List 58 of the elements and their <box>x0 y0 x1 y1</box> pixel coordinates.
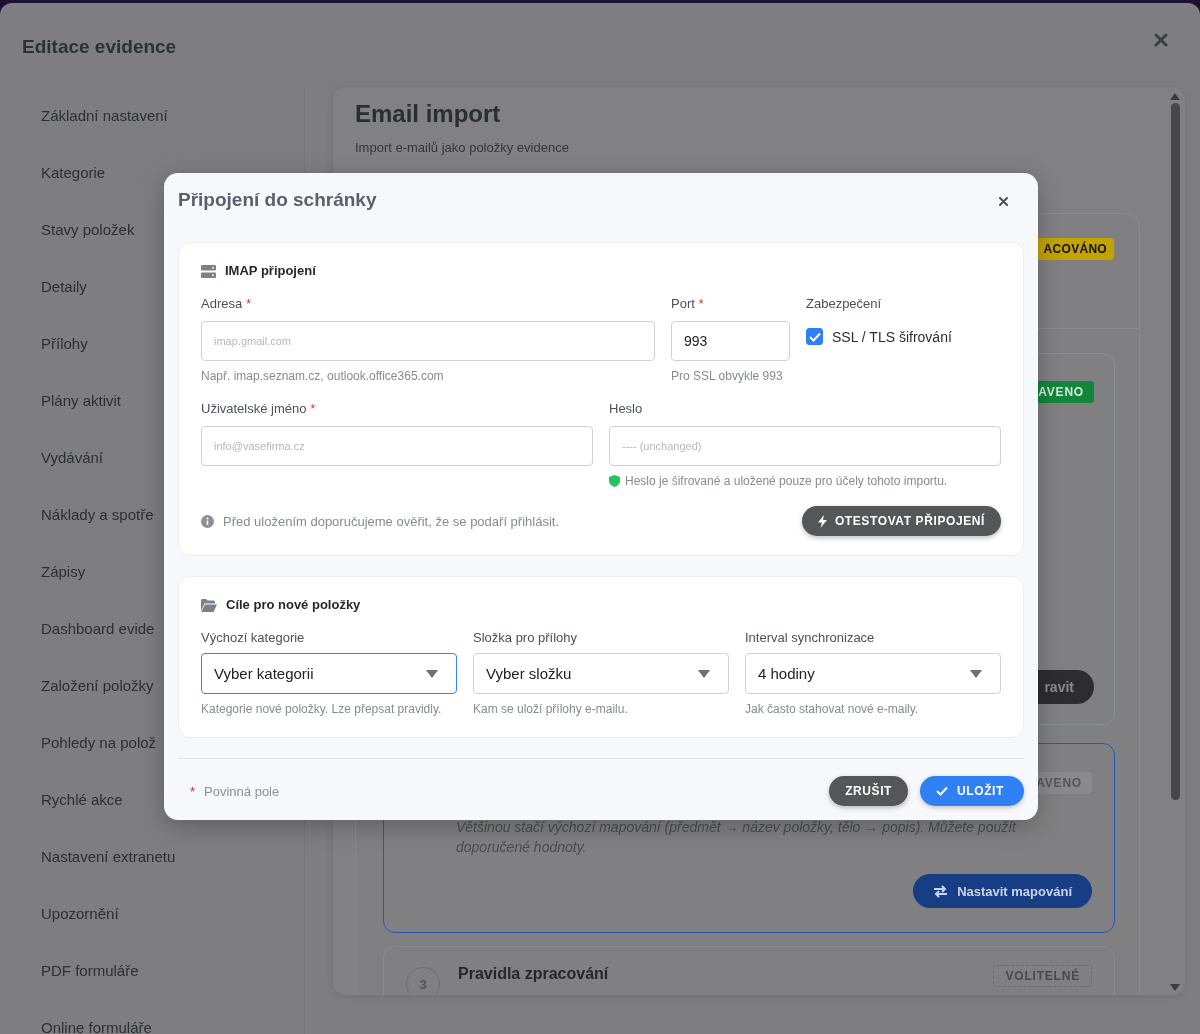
field-hint: Jak často stahovat nové e-maily. <box>745 702 920 716</box>
field-hint: Např. imap.seznam.cz, outlook.office365.com <box>201 369 445 383</box>
field-label: Zabezpečení <box>806 296 882 312</box>
shield-icon <box>609 475 620 487</box>
bolt-icon <box>817 514 827 528</box>
address-field[interactable]: imap.gmail.com <box>201 321 655 361</box>
scroll-up-icon[interactable] <box>1170 93 1180 100</box>
select-field[interactable]: Vyber složku <box>473 653 729 694</box>
page-subtitle: Import e-mailů jako položky evidence <box>355 140 570 155</box>
select-field[interactable]: Vyber kategorii <box>201 653 457 694</box>
password-field[interactable]: ---- (unchanged) <box>609 426 1001 466</box>
field-label: Uživatelské jméno <box>201 401 307 417</box>
step-title: Pravidla zpracování <box>458 965 610 983</box>
sidebar-item[interactable]: Upozornění <box>0 885 304 942</box>
card-title: IMAP připojení <box>225 263 316 279</box>
field-label: Port <box>671 296 695 312</box>
username-field[interactable]: info@vasefirma.cz <box>201 426 593 466</box>
folder-icon <box>201 598 217 612</box>
check-icon <box>936 786 949 796</box>
field-label: Výchozí kategorie <box>201 630 305 646</box>
caret-icon <box>698 669 710 678</box>
info-icon <box>201 514 214 528</box>
field-hint: Heslo je šifrované a uložené pouze pro účely tohoto importu. <box>625 474 948 488</box>
server-icon <box>201 264 216 278</box>
select-field[interactable]: 4 hodiny <box>745 653 1001 694</box>
info-note: Před uložením doporučujeme ověřit, že se podaří přihlásit. <box>223 513 559 529</box>
caret-icon <box>426 669 438 678</box>
required-mark: * <box>246 296 251 312</box>
swap-icon <box>933 884 949 898</box>
required-mark: * <box>698 296 704 312</box>
caret-icon <box>970 669 982 678</box>
field-label: Adresa <box>201 296 243 312</box>
close-button[interactable] <box>999 197 1008 206</box>
checkbox[interactable] <box>806 328 823 345</box>
field-hint: Kam se uloží přílohy e-mailu. <box>473 702 629 716</box>
card-title: Cíle pro nové položky <box>226 597 361 613</box>
field-label: Složka pro přílohy <box>473 630 578 646</box>
field-hint: Kategorie nové položky. Lze přepsat pravidly. <box>201 702 443 716</box>
port-field[interactable]: 993 <box>671 321 790 361</box>
sidebar-item[interactable]: PDF formuláře <box>0 942 304 999</box>
required-mark: * <box>190 783 196 799</box>
checkbox-label[interactable]: SSL / TLS šifrování <box>832 328 952 345</box>
mapping-button[interactable]: Nastavit mapování <box>913 874 1092 908</box>
save-button[interactable]: ULOŽIT <box>920 776 1024 806</box>
required-mark: * <box>310 401 316 417</box>
sidebar-item[interactable]: Online formuláře <box>0 999 304 1034</box>
field-label: Interval synchronizace <box>745 630 875 646</box>
sidebar-item[interactable]: Základní nastavení <box>0 87 304 144</box>
page-title: Email import <box>355 99 502 129</box>
dialog-title: Editace evidence <box>22 35 177 59</box>
cancel-button[interactable]: ZRUŠIT <box>829 776 909 806</box>
test-connection-button[interactable]: OTESTOVAT PŘIPOJENÍ <box>801 506 1001 536</box>
scroll-down-icon[interactable] <box>1170 984 1180 991</box>
sidebar-item[interactable]: Nastavení extranetu <box>0 828 304 885</box>
required-legend: Povinná pole <box>204 783 280 799</box>
field-label: Heslo <box>609 401 643 417</box>
field-hint: Pro SSL obvykle 993 <box>671 369 784 383</box>
modal-title: Připojení do schránky <box>178 188 377 212</box>
